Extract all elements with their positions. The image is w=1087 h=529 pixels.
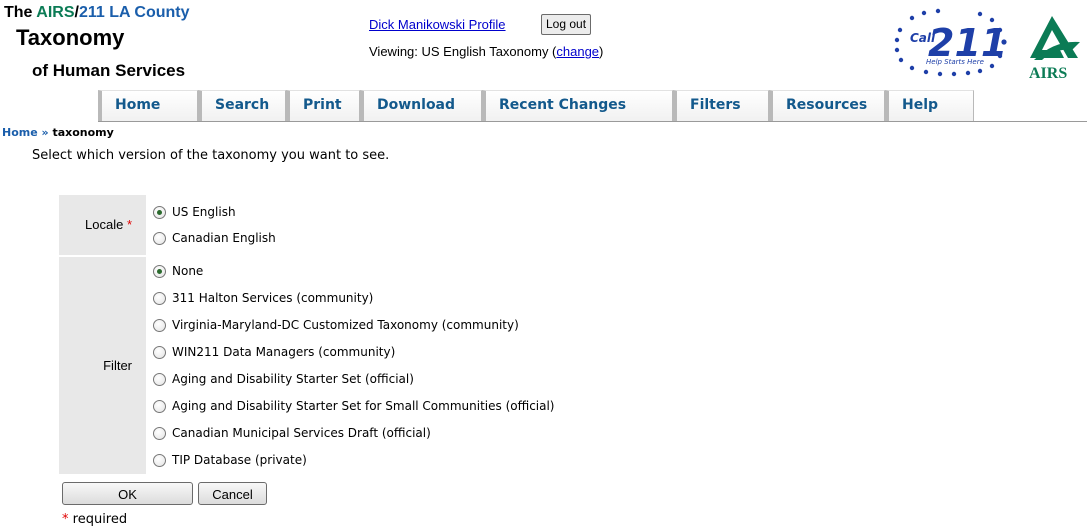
option-label: Virginia-Maryland-DC Customized Taxonomy… — [172, 318, 519, 332]
radio-button-checked[interactable] — [153, 205, 166, 219]
viewing-prefix: Viewing: US English Taxonomy ( — [369, 44, 557, 59]
option-label: Aging and Disability Starter Set for Sma… — [172, 399, 555, 413]
option-label: None — [172, 264, 204, 278]
nav-tab-help[interactable]: Help — [885, 90, 974, 121]
brand-taxonomy: Taxonomy — [16, 25, 125, 50]
nav-tab-recent-changes[interactable]: Recent Changes — [482, 90, 673, 121]
airs-logo: AIRS — [1029, 16, 1080, 80]
nav-tab-print[interactable]: Print — [286, 90, 360, 121]
option-label: TIP Database (private) — [172, 453, 307, 467]
airs-logo-text: AIRS — [1029, 65, 1067, 80]
brand-la-county: 211 LA County — [78, 4, 190, 21]
locale-label: Locale * — [59, 195, 146, 255]
instruction-text: Select which version of the taxonomy you… — [32, 148, 390, 163]
ok-button[interactable]: OK — [62, 482, 193, 505]
radio-button[interactable] — [153, 453, 166, 467]
option-label: WIN211 Data Managers (community) — [172, 345, 396, 359]
viewing-suffix: ) — [599, 44, 604, 59]
locale-option-us-english[interactable]: US English — [153, 204, 236, 220]
filter-option-virginia-maryland-dc[interactable]: Virginia-Maryland-DC Customized Taxonomy… — [153, 317, 519, 333]
option-label: 311 Halton Services (community) — [172, 291, 374, 305]
brand-title-line: The AIRS/211 LA County — [4, 4, 190, 22]
brand-airs: AIRS — [36, 4, 75, 21]
radio-button[interactable] — [153, 426, 166, 440]
radio-button[interactable] — [153, 372, 166, 386]
profile-link[interactable]: Dick Manikowski Profile — [369, 17, 506, 32]
call-211-tagline: Help Starts Here — [926, 58, 984, 66]
logout-button[interactable]: Log out — [541, 14, 592, 35]
option-label: Aging and Disability Starter Set (offici… — [172, 372, 414, 386]
breadcrumb: Home » taxonomy — [2, 126, 114, 139]
nav-tab-home[interactable]: Home — [98, 90, 198, 121]
breadcrumb-separator: » — [37, 126, 53, 139]
change-link[interactable]: change — [556, 44, 599, 59]
radio-button[interactable] — [153, 318, 166, 332]
filter-label-text: Filter — [103, 358, 132, 373]
filter-option-win211[interactable]: WIN211 Data Managers (community) — [153, 344, 395, 360]
required-star: * — [62, 512, 69, 527]
option-label: US English — [172, 205, 236, 219]
filter-label: Filter — [59, 257, 146, 474]
radio-button[interactable] — [153, 231, 166, 245]
filter-option-tip-database[interactable]: TIP Database (private) — [153, 452, 307, 468]
locale-option-canadian-english[interactable]: Canadian English — [153, 230, 276, 246]
required-note-text: required — [72, 512, 128, 527]
required-note: * required — [62, 512, 127, 527]
filter-option-aging-disability-small[interactable]: Aging and Disability Starter Set for Sma… — [153, 398, 555, 414]
nav-tab-filters[interactable]: Filters — [673, 90, 769, 121]
cancel-button[interactable]: Cancel — [198, 482, 267, 505]
filter-option-none[interactable]: None — [153, 263, 203, 279]
breadcrumb-current: taxonomy — [52, 126, 114, 139]
brand-subtitle: of Human Services — [32, 61, 186, 80]
filter-option-311-halton[interactable]: 311 Halton Services (community) — [153, 290, 373, 306]
main-nav: Home Search Print Download Recent Change… — [98, 90, 1087, 122]
breadcrumb-home[interactable]: Home — [2, 126, 38, 139]
call-211-logo: Call 211 Help Starts Here — [894, 8, 1007, 77]
radio-button[interactable] — [153, 399, 166, 413]
filter-option-canadian-municipal[interactable]: Canadian Municipal Services Draft (offic… — [153, 425, 431, 441]
option-label: Canadian Municipal Services Draft (offic… — [172, 426, 431, 440]
filter-option-aging-disability[interactable]: Aging and Disability Starter Set (offici… — [153, 371, 414, 387]
nav-tab-search[interactable]: Search — [198, 90, 286, 121]
brand-the: The — [4, 4, 37, 21]
viewing-status: Viewing: US English Taxonomy (change) — [369, 44, 603, 59]
required-star: * — [126, 217, 132, 232]
option-label: Canadian English — [172, 231, 276, 245]
nav-tab-download[interactable]: Download — [360, 90, 482, 121]
radio-button[interactable] — [153, 291, 166, 305]
radio-button[interactable] — [153, 345, 166, 359]
nav-tab-resources[interactable]: Resources — [769, 90, 885, 121]
locale-label-text: Locale — [85, 217, 124, 232]
radio-button-checked[interactable] — [153, 264, 166, 278]
